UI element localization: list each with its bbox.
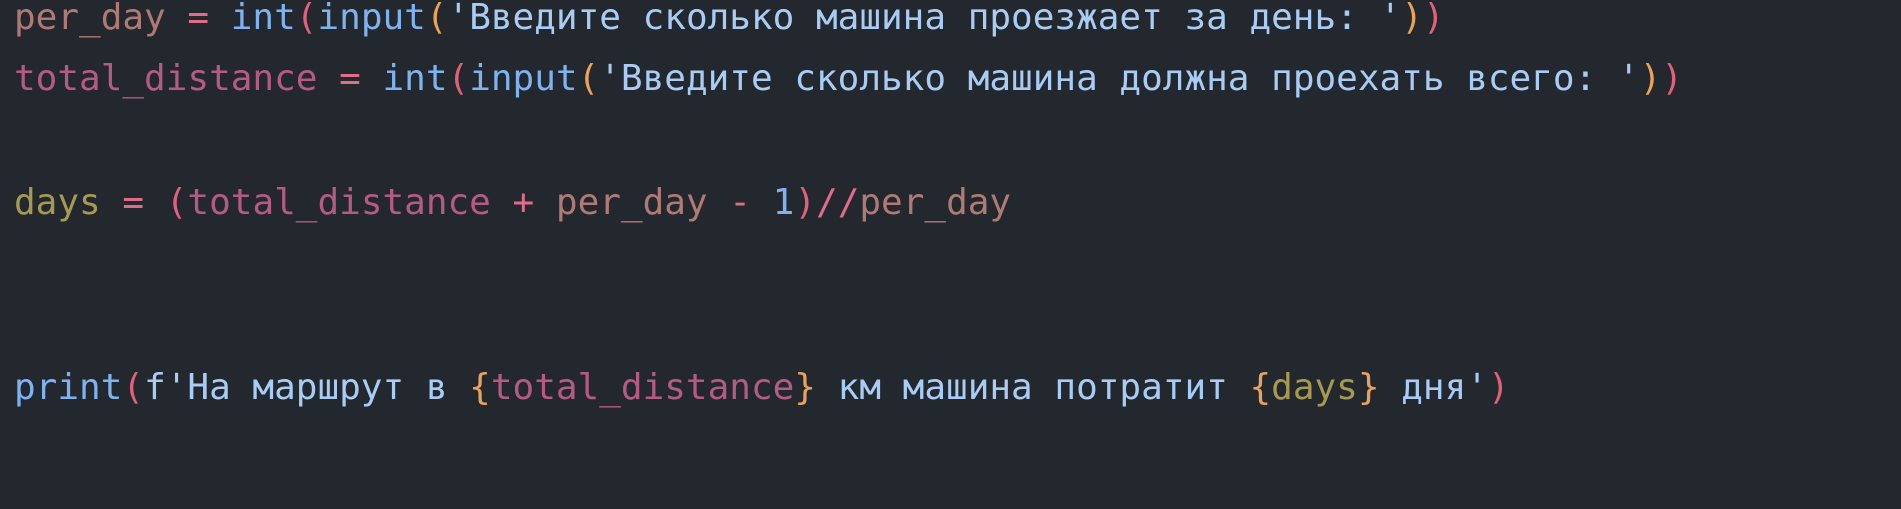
paren-close: ) [1422,0,1445,38]
paren-close: ) [1487,367,1510,408]
code-editor[interactable]: per_day = int(input('Введите сколько маш… [0,0,1901,509]
minus-operator: - [707,182,773,223]
variable-total-distance: total_distance [187,182,491,223]
paren-close: ) [1639,58,1662,99]
variable-days: days [14,182,101,223]
interpolated-total-distance: total_distance [490,367,795,408]
variable-per-day: per_day [555,182,708,223]
brace-close: } [1357,367,1380,408]
variable-total-distance: total_distance [14,58,318,99]
plus-operator: + [490,182,556,223]
brace-open: { [469,367,491,408]
paren-open: ( [122,367,145,408]
assign-operator: = [165,0,231,38]
paren-open: ( [295,0,318,38]
code-line-2[interactable]: total_distance = int(input('Введите скол… [14,41,1683,116]
code-line-3[interactable]: days = (total_distance + per_day - 1)//p… [14,165,1011,240]
assign-operator: = [317,58,383,99]
variable-per-day: per_day [859,182,1012,223]
variable-per-day: per_day [14,0,166,38]
int-function: int [230,0,296,38]
paren-open: ( [577,58,600,99]
paren-open: ( [165,182,188,223]
paren-close: ) [1401,0,1423,38]
fstring-start: f'На маршрут в [144,367,470,408]
fstring-middle: км машина потратит [815,367,1250,408]
string-literal: 'Введите сколько машина должна проехать … [599,58,1640,99]
assign-operator: = [100,182,166,223]
input-function: input [469,58,578,99]
floordiv-operator: // [816,182,860,223]
interpolated-days: days [1271,367,1358,408]
code-line-4[interactable]: print(f'На маршрут в {total_distance} км… [14,350,1510,425]
paren-open: ( [447,58,470,99]
input-function: input [317,0,426,38]
paren-close: ) [1661,58,1683,99]
paren-close: ) [794,182,817,223]
number-literal: 1 [772,182,795,223]
int-function: int [382,58,448,99]
string-literal: 'Введите сколько машина проезжает за ден… [447,0,1402,38]
brace-open: { [1249,367,1272,408]
paren-open: ( [425,0,448,38]
print-function: print [14,367,123,408]
fstring-end: дня' [1379,367,1488,408]
brace-close: } [794,367,816,408]
